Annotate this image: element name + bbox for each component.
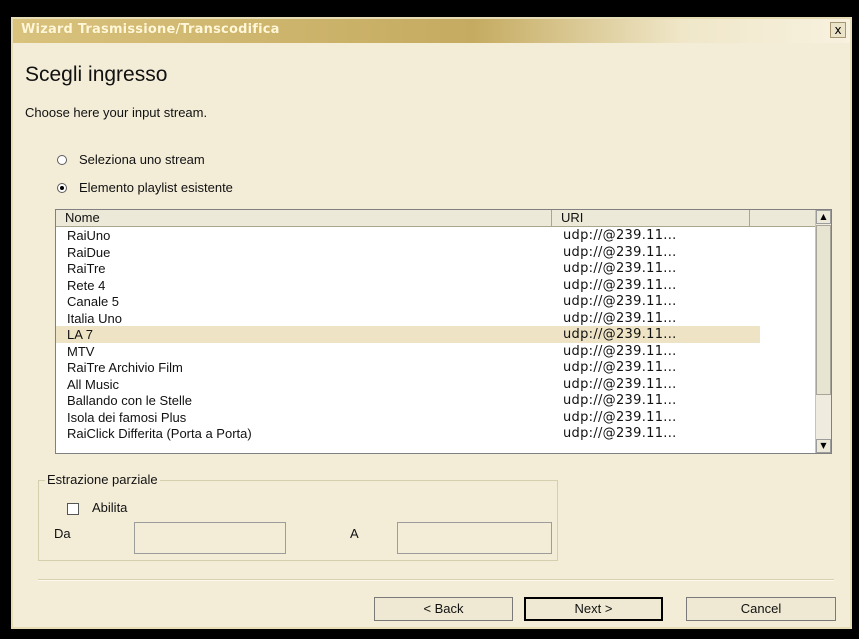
table-row[interactable]: Italia Uno udp://@239.11... [56, 310, 816, 327]
table-row[interactable]: RaiUno udp://@239.11... [56, 227, 816, 244]
cell-uri: udp://@239.11... [563, 310, 677, 326]
table-row[interactable]: Isola dei famosi Plus udp://@239.11... [56, 409, 816, 426]
cell-uri: udp://@239.11... [563, 360, 677, 375]
list-header: Nome URI [56, 210, 816, 227]
table-row[interactable]: RaiClick Differita (Porta a Porta) udp://… [56, 425, 816, 442]
playlist-list[interactable]: Nome URI RaiUno udp://@239.11... RaiDue udp… [55, 209, 832, 454]
cell-name: Ballando con le Stelle [67, 393, 193, 408]
cell-name: RaiTre Archivio Film [67, 360, 183, 375]
cell-uri: udp://@239.11... [563, 409, 677, 425]
cell-uri: udp://@239.11... [563, 244, 677, 260]
list-rows: RaiUno udp://@239.11... RaiDue udp://@239.1… [56, 227, 816, 442]
cell-uri: udp://@239.11... [563, 426, 677, 441]
radio-button-checked[interactable] [57, 182, 67, 193]
scroll-thumb[interactable] [816, 225, 831, 395]
table-row[interactable]: RaiDue udp://@239.11... [56, 244, 816, 261]
cell-uri: udp://@239.11... [563, 343, 677, 359]
table-row[interactable]: RaiTre udp://@239.11... [56, 260, 816, 277]
radio-existing-playlist-item[interactable]: Elemento playlist esistente [57, 180, 233, 195]
back-button[interactable]: < Back [374, 597, 513, 621]
scroll-up-icon[interactable]: ▲ [816, 210, 831, 224]
close-button[interactable]: x [830, 22, 846, 38]
cell-uri: udp://@239.11... [563, 376, 677, 392]
cell-name: RaiClick Differita (Porta a Porta) [67, 426, 252, 441]
cell-name: RaiDue [67, 244, 111, 260]
cell-name: RaiTre [67, 261, 106, 276]
screen-frame: Wizard Trasmissione/Transcodifica x Sceg… [0, 0, 859, 639]
cell-name: LA 7 [67, 327, 94, 342]
footer-separator [38, 579, 834, 581]
vertical-scrollbar[interactable]: ▲ ▼ [815, 210, 831, 453]
cell-name: RaiUno [67, 228, 111, 243]
to-label: A [350, 526, 359, 541]
table-row[interactable]: RaiTre Archivio Film udp://@239.11... [56, 359, 816, 376]
table-row[interactable]: All Music udp://@239.11... [56, 376, 816, 393]
cell-uri: udp://@239.11... [563, 277, 677, 293]
table-row[interactable]: Canale 5 udp://@239.11... [56, 293, 816, 310]
cell-name: Isola dei famosi Plus [67, 409, 187, 425]
scroll-down-icon[interactable]: ▼ [816, 439, 831, 453]
radio-button-unchecked[interactable] [57, 154, 67, 165]
enable-checkbox[interactable] [67, 503, 79, 515]
table-row[interactable]: MTV udp://@239.11... [56, 343, 816, 360]
cell-uri: udp://@239.11... [563, 294, 677, 309]
page-subtitle: Choose here your input stream. [25, 105, 208, 120]
radio-label: Elemento playlist esistente [79, 180, 233, 195]
cell-name: Rete 4 [67, 277, 106, 293]
next-button[interactable]: Next > [524, 597, 663, 621]
from-label: Da [54, 526, 71, 541]
table-row[interactable]: Rete 4 udp://@239.11... [56, 277, 816, 294]
to-field[interactable] [397, 522, 552, 554]
radio-select-stream[interactable]: Seleziona uno stream [57, 152, 205, 167]
cell-name: MTV [67, 343, 95, 359]
enable-label: Abilita [92, 500, 128, 515]
wizard-dialog: Wizard Trasmissione/Transcodifica x Sceg… [11, 17, 852, 629]
cell-uri: udp://@239.11... [563, 261, 677, 276]
column-header-uri[interactable]: URI [552, 210, 750, 226]
column-header-empty[interactable] [750, 210, 816, 226]
cell-name: Italia Uno [67, 310, 122, 326]
table-row[interactable]: Ballando con le Stelle udp://@239.11... [56, 392, 816, 409]
from-field[interactable] [134, 522, 286, 554]
page-title: Scegli ingresso [25, 63, 168, 86]
radio-label: Seleziona uno stream [79, 152, 205, 167]
cell-name: Canale 5 [67, 294, 120, 309]
cell-uri: udp://@239.11... [563, 327, 677, 342]
cancel-button[interactable]: Cancel [686, 597, 836, 621]
cell-uri: udp://@239.11... [563, 228, 677, 243]
column-header-name[interactable]: Nome [56, 210, 552, 226]
window-title: Wizard Trasmissione/Transcodifica [21, 22, 280, 37]
cell-name: All Music [67, 376, 120, 392]
table-row[interactable]: LA 7 udp://@239.11... [56, 326, 760, 343]
partial-extraction-group: Estrazione parziale Abilita Da A [38, 472, 558, 561]
group-title: Estrazione parziale [45, 472, 160, 487]
cell-uri: udp://@239.11... [563, 393, 677, 408]
title-bar[interactable]: Wizard Trasmissione/Transcodifica x [13, 19, 850, 43]
